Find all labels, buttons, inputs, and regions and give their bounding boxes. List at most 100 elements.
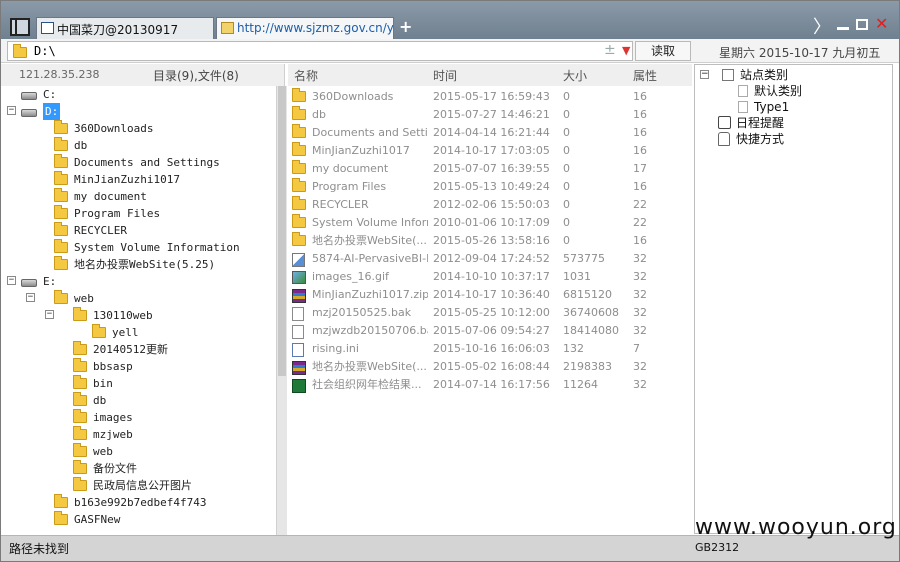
file-row[interactable]: RECYCLER 2012-02-06 15:50:03 0 22 bbox=[288, 196, 692, 214]
file-name: 5874-AI-PervasiveBI-M... bbox=[312, 252, 428, 265]
maximize-icon[interactable] bbox=[856, 19, 868, 30]
folder-icon bbox=[73, 426, 87, 440]
file-row[interactable]: System Volume Inform... 2010-01-06 10:17:… bbox=[288, 214, 692, 232]
file-row[interactable]: 地名办投票WebSite(... 2015-05-02 16:08:44 21983… bbox=[288, 358, 692, 376]
file-row[interactable]: images_16.gif 2014-10-10 10:37:17 1031 32 bbox=[288, 268, 692, 286]
file-size: 11264 bbox=[563, 378, 598, 391]
file-size: 0 bbox=[563, 144, 570, 157]
file-size: 1031 bbox=[563, 270, 591, 283]
path-input[interactable] bbox=[32, 43, 592, 59]
file-attr: 32 bbox=[633, 306, 647, 319]
file-time: 2014-10-17 10:36:40 bbox=[433, 288, 550, 301]
column-attr[interactable]: 属性 bbox=[633, 67, 657, 84]
tree-scrollbar[interactable] bbox=[276, 86, 287, 535]
file-row[interactable]: mzj20150525.bak 2015-05-25 10:12:00 367406… bbox=[288, 304, 692, 322]
column-name[interactable]: 名称 bbox=[294, 67, 318, 84]
file-name: 社会组织网年检结果... bbox=[312, 378, 422, 391]
file-name: MinJianZuzhi1017 bbox=[312, 144, 410, 157]
folder-icon bbox=[73, 460, 87, 474]
shortcuts-label: 快捷方式 bbox=[736, 132, 785, 146]
folder-icon bbox=[73, 375, 87, 389]
file-row[interactable]: 5874-AI-PervasiveBI-M... 2012-09-04 17:24… bbox=[288, 250, 692, 268]
collapse-toggle[interactable]: − bbox=[7, 106, 16, 115]
column-size[interactable]: 大小 bbox=[563, 67, 587, 84]
page-icon bbox=[738, 101, 748, 113]
file-attr: 32 bbox=[633, 270, 647, 283]
archive-icon bbox=[292, 289, 306, 303]
tab-caidao[interactable]: 中国菜刀@20130917 bbox=[36, 17, 214, 39]
tab-url[interactable]: http://www.sjzmz.gov.cn/yell... bbox=[216, 17, 394, 39]
tree-label: Documents and Settings bbox=[74, 156, 220, 169]
tree-label: Program Files bbox=[74, 207, 161, 220]
folder-icon bbox=[54, 256, 68, 270]
file-name: mzjwzdb20150706.bak bbox=[312, 324, 428, 337]
tree-label: GASFNew bbox=[74, 513, 121, 526]
file-time: 2015-07-06 09:54:27 bbox=[433, 324, 550, 337]
collapse-toggle[interactable]: − bbox=[26, 293, 35, 302]
collapse-toggle[interactable]: − bbox=[700, 70, 709, 79]
file-time: 2015-05-25 10:12:00 bbox=[433, 306, 550, 319]
file-row[interactable]: Documents and Settings 2014-04-14 16:21:4… bbox=[288, 124, 692, 142]
app-window: 中国菜刀@20130917 http://www.sjzmz.gov.cn/ye… bbox=[0, 0, 900, 562]
file-row[interactable]: 地名办投票WebSite(... 2015-05-26 13:58:16 0 16 bbox=[288, 232, 692, 250]
file-size: 2198383 bbox=[563, 360, 612, 373]
file-size: 0 bbox=[563, 216, 570, 229]
tree-label: C: bbox=[43, 88, 57, 101]
file-size: 0 bbox=[563, 180, 570, 193]
folder-icon bbox=[292, 196, 306, 210]
file-row[interactable]: 社会组织网年检结果... 2014-07-14 16:17:56 11264 32 bbox=[288, 376, 692, 394]
tab-bar: 中国菜刀@20130917 http://www.sjzmz.gov.cn/ye… bbox=[1, 1, 899, 39]
window-menu-icon[interactable] bbox=[10, 18, 30, 36]
file-name: images_16.gif bbox=[312, 270, 389, 283]
page-icon bbox=[738, 85, 748, 97]
file-row[interactable]: 360Downloads 2015-05-17 16:59:43 0 16 bbox=[288, 88, 692, 106]
tree-label: 130110web bbox=[93, 309, 153, 322]
file-time: 2015-05-17 16:59:43 bbox=[433, 90, 550, 103]
file-attr: 17 bbox=[633, 162, 647, 175]
folder-icon bbox=[73, 409, 87, 423]
tree-label: web bbox=[93, 445, 113, 458]
close-icon[interactable]: ✕ bbox=[875, 14, 888, 33]
checkbox-icon[interactable] bbox=[722, 69, 734, 81]
left-header: 121.28.35.238 目录(9),文件(8) bbox=[1, 64, 285, 86]
folder-icon bbox=[54, 188, 68, 202]
file-name: RECYCLER bbox=[312, 198, 369, 211]
file-attr: 16 bbox=[633, 108, 647, 121]
scrollbar-thumb[interactable] bbox=[278, 86, 286, 376]
next-tab-icon[interactable]: 〉 bbox=[813, 13, 831, 39]
encoding-indicator[interactable]: GB2312 bbox=[695, 541, 739, 554]
file-size: 0 bbox=[563, 198, 570, 211]
folder-icon bbox=[292, 232, 306, 246]
plus-minus-icon[interactable]: ± bbox=[604, 42, 616, 58]
file-size: 0 bbox=[563, 126, 570, 139]
directory-summary: 目录(9),文件(8) bbox=[153, 69, 239, 83]
file-name: Program Files bbox=[312, 180, 387, 193]
minimize-icon[interactable] bbox=[837, 27, 849, 30]
collapse-toggle[interactable]: − bbox=[45, 310, 54, 319]
file-name: my document bbox=[312, 162, 389, 175]
tree-label: 20140512更新 bbox=[93, 343, 168, 356]
file-row[interactable]: db 2015-07-27 14:46:21 0 16 bbox=[288, 106, 692, 124]
chevron-down-icon[interactable]: ▼ bbox=[622, 44, 630, 57]
read-button[interactable]: 读取 bbox=[635, 41, 691, 61]
file-row[interactable]: MinJianZuzhi1017.zip 2014-10-17 10:36:40 6… bbox=[288, 286, 692, 304]
file-icon bbox=[292, 307, 304, 321]
file-row[interactable]: my document 2015-07-07 16:39:55 0 17 bbox=[288, 160, 692, 178]
tree-label: bbsasp bbox=[93, 360, 133, 373]
status-message: 路径未找到 bbox=[9, 542, 70, 556]
collapse-toggle[interactable]: − bbox=[7, 276, 16, 285]
date-display: 星期六 2015-10-17 九月初五 bbox=[719, 46, 881, 60]
file-attr: 32 bbox=[633, 288, 647, 301]
column-time[interactable]: 时间 bbox=[433, 67, 457, 84]
file-row[interactable]: Program Files 2015-05-13 10:49:24 0 16 bbox=[288, 178, 692, 196]
file-row[interactable]: MinJianZuzhi1017 2014-10-17 17:03:05 0 16 bbox=[288, 142, 692, 160]
tree-label: 民政局信息公开图片 bbox=[93, 479, 192, 492]
new-tab-button[interactable]: + bbox=[399, 17, 412, 36]
file-attr: 16 bbox=[633, 90, 647, 103]
file-time: 2015-05-02 16:08:44 bbox=[433, 360, 550, 373]
drive-icon bbox=[21, 109, 37, 117]
file-row[interactable]: rising.ini 2015-10-16 16:06:03 132 7 bbox=[288, 340, 692, 358]
folder-icon bbox=[292, 106, 306, 120]
file-row[interactable]: mzjwzdb20150706.bak 2015-07-06 09:54:27 18… bbox=[288, 322, 692, 340]
folder-icon bbox=[54, 137, 68, 151]
